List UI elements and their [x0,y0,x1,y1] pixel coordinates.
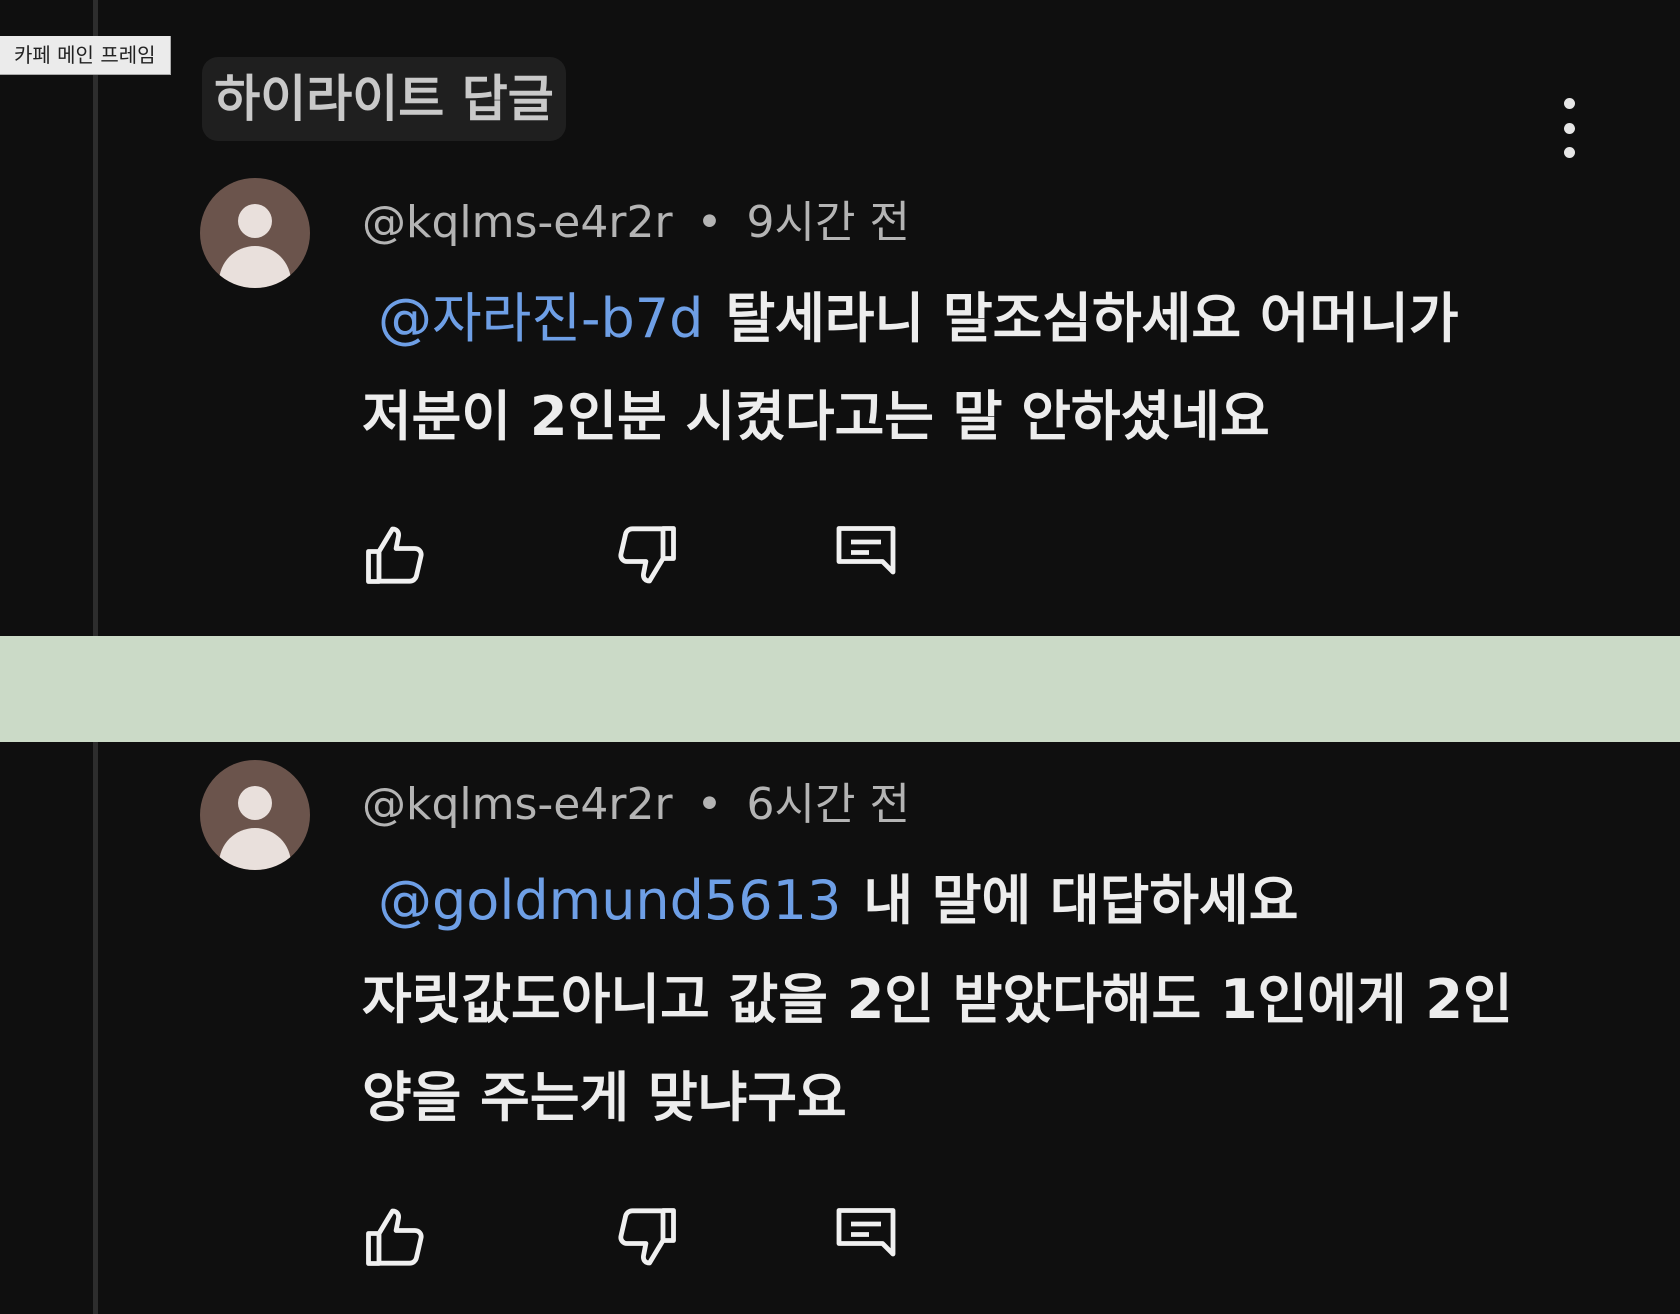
meta-separator: • [696,197,723,248]
comment-text: 양을 주는게 맞냐구요 [362,1066,847,1129]
comment-text: 자릿값도아니고 값을 2인 받았다해도 1인에게 2인 [362,968,1513,1031]
thread-line [93,0,98,636]
reply-icon[interactable] [830,518,902,590]
comment-meta: @kqlms-e4r2r • 9시간 전 [362,186,910,250]
comment-meta: @kqlms-e4r2r • 6시간 전 [362,768,910,832]
more-vert-icon[interactable] [1558,98,1580,158]
author-handle[interactable]: @kqlms-e4r2r [362,197,673,248]
reply-icon[interactable] [830,1200,902,1272]
author-handle[interactable]: @kqlms-e4r2r [362,779,673,830]
timestamp[interactable]: 6시간 전 [747,779,910,830]
comment-text: 탈세라니 말조심하세요 어머니가 [725,287,1459,350]
like-icon[interactable] [361,520,433,592]
highlighted-reply-chip: 하이라이트 답글 [202,57,566,141]
meta-separator: • [696,779,723,830]
divider-band [0,636,1680,742]
avatar-icon[interactable] [200,178,310,288]
comment-text-line: 저분이 2인분 시켰다고는 말 안하셨네요 [362,372,1270,451]
frame-label: 카페 메인 프레임 [0,36,171,75]
avatar-icon[interactable] [200,760,310,870]
like-icon[interactable] [361,1202,433,1274]
comment-text-line: @goldmund5613 내 말에 대답하세요 [362,856,1298,935]
comment-text: 내 말에 대답하세요 [863,869,1299,932]
mention-link[interactable]: @자라진-b7d [378,287,703,350]
mention-link[interactable]: @goldmund5613 [378,869,841,932]
timestamp[interactable]: 9시간 전 [747,197,910,248]
comment-text-line: 자릿값도아니고 값을 2인 받았다해도 1인에게 2인 [362,955,1513,1034]
thread-line [93,742,98,1314]
dislike-icon[interactable] [609,518,681,590]
comment-text: 저분이 2인분 시켰다고는 말 안하셨네요 [362,385,1270,448]
dislike-icon[interactable] [609,1200,681,1272]
comment-text-line: 양을 주는게 맞냐구요 [362,1053,847,1132]
comment-text-line: @자라진-b7d 탈세라니 말조심하세요 어머니가 [362,274,1459,353]
